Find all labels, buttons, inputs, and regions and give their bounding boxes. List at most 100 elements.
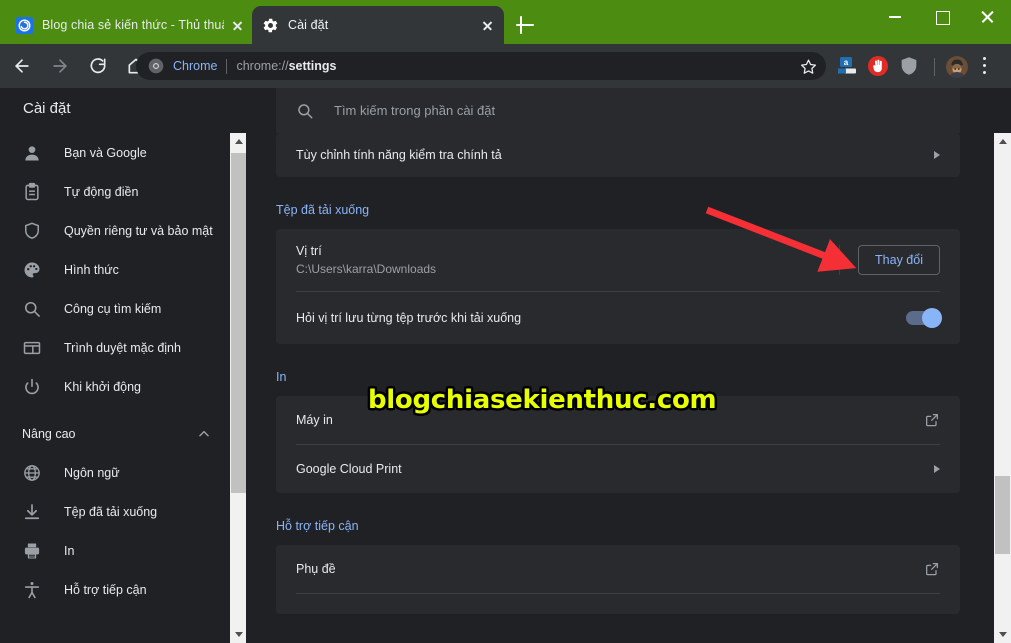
scroll-down-arrow-icon bbox=[998, 631, 1007, 637]
printers-label: Máy in bbox=[296, 413, 333, 427]
sidebar-item-label: In bbox=[64, 543, 75, 558]
annotation-arrow bbox=[705, 206, 857, 272]
sidebar-item-on-startup[interactable]: Khi khởi động bbox=[0, 367, 229, 406]
sidebar-group-label: Nâng cao bbox=[22, 426, 76, 441]
omnibox-chip-label: Chrome bbox=[173, 59, 218, 73]
sidebar-item-languages[interactable]: Ngôn ngữ bbox=[0, 453, 229, 492]
forward-button[interactable] bbox=[44, 50, 76, 82]
chevron-right-icon bbox=[934, 465, 940, 473]
menu-dot bbox=[983, 70, 987, 75]
chrome-logo-icon bbox=[148, 58, 164, 74]
settings-search-input[interactable]: Tìm kiếm trong phần cài đặt bbox=[276, 88, 960, 133]
sidebar-item-label: Hình thức bbox=[64, 262, 119, 277]
scroll-down-arrow-icon bbox=[234, 631, 243, 637]
address-bar[interactable]: Chrome chrome://settings bbox=[136, 52, 826, 80]
omnibox-url: chrome://settings bbox=[236, 59, 336, 73]
sidebar-item-label: Tệp đã tải xuống bbox=[64, 504, 158, 519]
chrome-menu-button[interactable] bbox=[983, 57, 987, 77]
browser-tab-active[interactable]: Cài đặt bbox=[252, 6, 504, 44]
sidebar-item-downloads[interactable]: Tệp đã tải xuống bbox=[0, 492, 229, 531]
bookmark-star-icon[interactable] bbox=[800, 58, 817, 75]
settings-sidebar: Bạn và Google Tự động điền Quyền riêng t… bbox=[0, 133, 229, 643]
google-cloud-print-row[interactable]: Google Cloud Print bbox=[276, 445, 960, 493]
google-cloud-print-label: Google Cloud Print bbox=[296, 462, 402, 476]
shield-icon bbox=[22, 221, 42, 241]
scroll-up-button[interactable] bbox=[230, 133, 247, 150]
captions-row[interactable]: Phụ đề bbox=[276, 545, 960, 593]
omnibox-url-prefix: chrome:// bbox=[236, 59, 289, 73]
sidebar-item-you-and-google[interactable]: Bạn và Google bbox=[0, 133, 229, 172]
chevron-right-icon bbox=[934, 151, 940, 159]
scroll-up-arrow-icon bbox=[998, 138, 1007, 144]
omnibox-url-path: settings bbox=[288, 59, 337, 73]
sidebar-item-label: Bạn và Google bbox=[64, 145, 147, 160]
close-icon[interactable] bbox=[228, 16, 246, 34]
sidebar-item-autofill[interactable]: Tự động điền bbox=[0, 172, 229, 211]
gear-icon bbox=[263, 18, 278, 32]
clipboard-icon bbox=[22, 182, 42, 202]
sidebar-item-printing[interactable]: In bbox=[0, 531, 229, 570]
tab-title: Blog chia sẻ kiến thức - Thủ thuậ bbox=[42, 18, 224, 32]
sidebar-item-label: Khi khởi động bbox=[64, 379, 141, 394]
page-scrollbar[interactable] bbox=[994, 133, 1011, 643]
svg-text:a: a bbox=[844, 58, 849, 67]
ask-save-location-label: Hỏi vị trí lưu từng tệp trước khi tải xu… bbox=[296, 311, 522, 325]
menu-dot bbox=[983, 57, 987, 61]
downloads-section-title: Tệp đã tải xuống bbox=[276, 203, 370, 217]
amazon-assistant-icon[interactable]: a bbox=[836, 55, 858, 77]
scrollbar-thumb[interactable] bbox=[995, 476, 1010, 554]
sidebar-item-label: Tự động điền bbox=[64, 184, 139, 199]
sidebar-item-label: Công cụ tìm kiếm bbox=[64, 301, 162, 316]
browser-icon bbox=[22, 338, 42, 358]
tab-strip: Blog chia sẻ kiến thức - Thủ thuậ Cài đặ… bbox=[0, 0, 1011, 44]
printer-icon bbox=[22, 541, 42, 561]
accessibility-section-title: Hỗ trợ tiếp cận bbox=[276, 519, 359, 533]
spellcheck-card: Tùy chỉnh tính năng kiểm tra chính tả bbox=[276, 133, 960, 177]
sidebar-item-label: Trình duyệt mặc định bbox=[64, 340, 181, 355]
person-icon bbox=[22, 143, 42, 163]
search-icon bbox=[22, 299, 42, 319]
menu-dot bbox=[983, 63, 987, 68]
close-window-button[interactable] bbox=[965, 0, 1011, 32]
sidebar-item-label: Quyền riêng tư và bảo mật bbox=[64, 223, 213, 238]
close-icon[interactable] bbox=[478, 16, 496, 34]
ask-save-location-toggle[interactable] bbox=[906, 308, 942, 328]
globe-icon bbox=[22, 463, 42, 483]
search-icon bbox=[298, 103, 313, 118]
sidebar-item-privacy-security[interactable]: Quyền riêng tư và bảo mật bbox=[0, 211, 229, 250]
scroll-down-button[interactable] bbox=[994, 626, 1011, 643]
scroll-up-button[interactable] bbox=[994, 133, 1011, 150]
sidebar-scrollbar[interactable] bbox=[230, 133, 247, 643]
spellcheck-row[interactable]: Tùy chỉnh tính năng kiểm tra chính tả bbox=[276, 133, 960, 177]
back-button[interactable] bbox=[6, 50, 38, 82]
browser-toolbar: Chrome chrome://settings a bbox=[0, 44, 1011, 88]
window-controls bbox=[873, 0, 1011, 32]
sidebar-item-accessibility[interactable]: Hỗ trợ tiếp cận bbox=[0, 570, 229, 609]
accessibility-extra-row[interactable] bbox=[276, 594, 960, 614]
accessibility-card: Phụ đề bbox=[276, 545, 960, 614]
captions-label: Phụ đề bbox=[296, 562, 336, 576]
chevron-up-icon bbox=[197, 427, 211, 441]
change-download-location-button[interactable]: Thay đổi bbox=[858, 245, 940, 275]
maximize-button[interactable] bbox=[919, 0, 965, 32]
sidebar-item-appearance[interactable]: Hình thức bbox=[0, 250, 229, 289]
reload-button[interactable] bbox=[82, 50, 114, 82]
omnibox-divider bbox=[226, 58, 228, 74]
spellcheck-label: Tùy chỉnh tính năng kiểm tra chính tả bbox=[296, 148, 502, 162]
scroll-down-button[interactable] bbox=[230, 626, 247, 643]
ask-save-location-row[interactable]: Hỏi vị trí lưu từng tệp trước khi tải xu… bbox=[276, 292, 960, 344]
sidebar-group-advanced[interactable]: Nâng cao bbox=[0, 414, 229, 453]
adblock-icon[interactable] bbox=[867, 55, 889, 77]
avatar[interactable] bbox=[946, 56, 968, 78]
watermark: blogchiasekienthuc.com bbox=[368, 385, 717, 415]
browser-tab-inactive[interactable]: Blog chia sẻ kiến thức - Thủ thuậ bbox=[6, 6, 254, 44]
shield-extension-icon[interactable] bbox=[898, 55, 920, 77]
new-tab-button[interactable] bbox=[512, 12, 538, 38]
minimize-button[interactable] bbox=[873, 0, 919, 32]
power-icon bbox=[22, 377, 42, 397]
accessibility-icon bbox=[22, 580, 42, 600]
external-link-icon bbox=[924, 561, 940, 577]
sidebar-item-search-engine[interactable]: Công cụ tìm kiếm bbox=[0, 289, 229, 328]
scrollbar-thumb[interactable] bbox=[231, 153, 246, 493]
sidebar-item-default-browser[interactable]: Trình duyệt mặc định bbox=[0, 328, 229, 367]
